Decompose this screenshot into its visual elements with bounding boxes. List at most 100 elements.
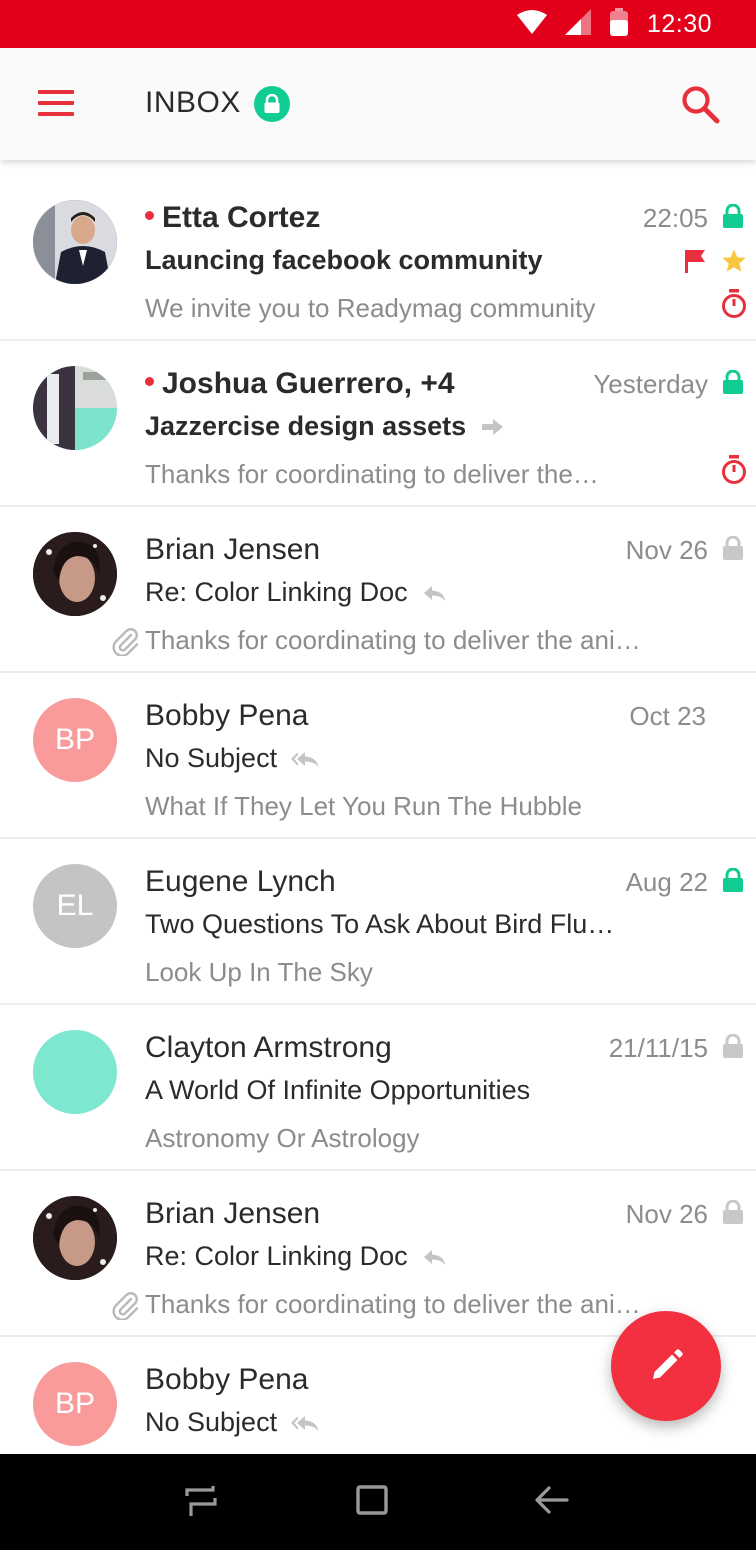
email-preview: We invite you to Readymag community (145, 293, 596, 323)
sender-name: Bobby Pena (145, 1363, 308, 1397)
subject-label: No Subject (145, 1407, 278, 1437)
sender-label: Etta Cortez (162, 201, 321, 234)
lock-icon (722, 1033, 744, 1063)
email-subject: No Subject (145, 743, 321, 774)
sender-name: Bobby Pena (145, 699, 308, 733)
email-row[interactable]: Brian Jensen Re: Color Linking Doc Thanks … (0, 507, 756, 673)
sender-label: Clayton Armstrong (145, 1031, 392, 1064)
email-date: Nov 26 (625, 1199, 708, 1229)
email-preview: Look Up In The Sky (145, 957, 373, 987)
timer-icon (721, 455, 747, 490)
email-preview: Thanks for coordinating to deliver the a… (145, 1289, 641, 1319)
avatar: BP (33, 1362, 117, 1446)
lock-icon (722, 535, 744, 565)
email-subject: A World Of Infinite Opportunities (145, 1075, 530, 1106)
email-subject: Launcing facebook community (145, 245, 543, 276)
sender-name: Clayton Armstrong (145, 1031, 392, 1065)
email-preview: What If They Let You Run The Hubble (145, 791, 582, 821)
forward-icon (480, 417, 506, 437)
lock-icon (722, 1199, 744, 1229)
navigation-bar (0, 1454, 756, 1550)
sender-name: Etta Cortez (145, 201, 320, 235)
avatar (33, 200, 117, 284)
sender-label: Joshua Guerrero, +4 (162, 367, 455, 400)
app-bar: INBOX (0, 48, 756, 160)
subject-label: No Subject (145, 743, 278, 773)
email-row[interactable]: Joshua Guerrero, +4 Jazzercise design ass… (0, 341, 756, 507)
email-date: Nov 26 (625, 535, 708, 565)
email-preview: Thanks for coordinating to deliver the a… (145, 625, 641, 655)
sender-name: Brian Jensen (145, 1197, 320, 1231)
wifi-icon (516, 9, 547, 40)
attachment-icon (110, 1290, 140, 1325)
email-row[interactable]: Etta Cortez Launcing facebook community We… (0, 175, 756, 341)
status-bar: 12:30 (0, 0, 756, 48)
page-title: INBOX (145, 86, 241, 119)
avatar: EL (33, 864, 117, 948)
home-icon[interactable] (353, 1482, 393, 1522)
subject-label: Re: Color Linking Doc (145, 1241, 408, 1271)
email-subject: Jazzercise design assets (145, 411, 506, 442)
attachment-icon (110, 626, 140, 661)
sender-label: Brian Jensen (145, 533, 321, 566)
compose-button[interactable] (611, 1311, 721, 1421)
sender-name: Brian Jensen (145, 533, 320, 567)
sender-label: Brian Jensen (145, 1197, 321, 1230)
email-subject: Two Questions To Ask About Bird Flu… (145, 909, 614, 940)
sender-name: Eugene Lynch (145, 865, 336, 899)
lock-icon (722, 203, 744, 233)
email-row[interactable]: BP Bobby Pena No Subject What If They Let Y… (0, 673, 756, 839)
lock-icon (722, 867, 744, 897)
email-date: Yesterday (593, 369, 708, 399)
subject-label: A World Of Infinite Opportunities (145, 1075, 531, 1105)
recent-apps-icon[interactable] (183, 1482, 223, 1522)
timer-icon (721, 289, 747, 324)
avatar (33, 532, 117, 616)
avatar-initials: EL (56, 889, 94, 922)
back-icon[interactable] (533, 1482, 573, 1522)
subject-label: Jazzercise design assets (145, 411, 467, 441)
avatar (33, 1196, 117, 1280)
avatar (33, 366, 117, 450)
pencil-icon (653, 1349, 683, 1379)
reply-icon (422, 1247, 448, 1267)
reply-all-icon (291, 1413, 321, 1433)
subject-label: Re: Color Linking Doc (145, 577, 408, 607)
email-date: 22:05 (642, 203, 708, 233)
lock-icon (722, 369, 744, 399)
signal-icon (564, 8, 591, 40)
search-icon[interactable] (680, 84, 722, 126)
avatar-initials: BP (54, 1387, 96, 1420)
email-subject: Re: Color Linking Doc (145, 1241, 448, 1272)
sender-label: Bobby Pena (145, 1363, 309, 1396)
email-date: Oct 23 (629, 701, 706, 731)
sender-label: Eugene Lynch (145, 865, 336, 898)
lock-icon (254, 86, 290, 122)
email-date: 21/11/15 (608, 1033, 708, 1063)
unread-dot-icon (145, 210, 154, 220)
email-preview: Astronomy Or Astrology (145, 1123, 420, 1153)
status-time: 12:30 (646, 9, 712, 38)
avatar-initials: BP (54, 723, 96, 756)
email-subject: Re: Color Linking Doc (145, 577, 448, 608)
menu-button[interactable] (38, 90, 74, 118)
battery-icon (609, 7, 629, 41)
email-row[interactable]: EL Eugene Lynch Two Questions To Ask About… (0, 839, 756, 1005)
subject-label: Two Questions To Ask About Bird Flu… (145, 909, 615, 939)
email-subject: No Subject (145, 1407, 321, 1438)
sender-name: Joshua Guerrero, +4 (145, 367, 455, 401)
email-row[interactable]: Brian Jensen Re: Color Linking Doc Thanks … (0, 1171, 756, 1337)
avatar (33, 1030, 117, 1114)
star-icon[interactable] (721, 248, 747, 279)
flag-icon[interactable] (683, 248, 707, 279)
email-date: Aug 22 (625, 867, 708, 897)
email-list: Etta Cortez Launcing facebook community We… (0, 175, 756, 1503)
subject-label: Launcing facebook community (145, 245, 543, 275)
reply-icon (422, 583, 448, 603)
email-row[interactable]: Clayton Armstrong A World Of Infinite Opp… (0, 1005, 756, 1171)
reply-all-icon (291, 749, 321, 769)
sender-label: Bobby Pena (145, 699, 309, 732)
email-preview: Thanks for coordinating to deliver the… (145, 459, 599, 489)
unread-dot-icon (145, 376, 154, 386)
avatar: BP (33, 698, 117, 782)
